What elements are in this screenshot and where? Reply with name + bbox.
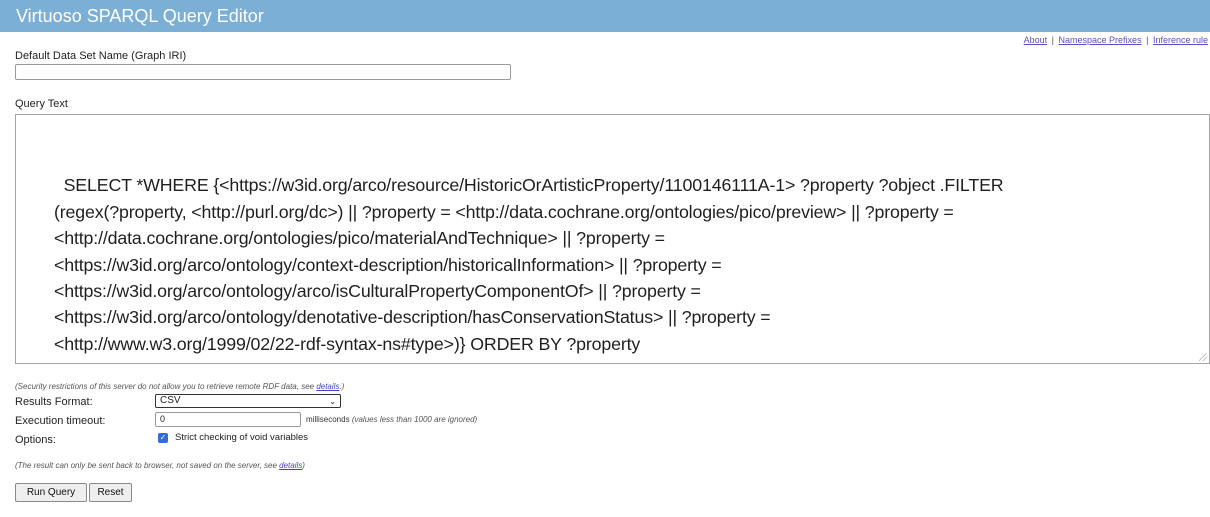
resize-handle[interactable] (1199, 353, 1207, 361)
query-text-label: Query Text (15, 98, 68, 110)
chevron-down-icon: ⌄ (329, 397, 336, 406)
execution-timeout-value: 0 (160, 414, 166, 424)
link-separator: | (1146, 35, 1149, 45)
strict-checking-label: Strict checking of void variables (175, 432, 309, 443)
query-text: SELECT *WHERE {<https://w3id.org/arco/re… (54, 175, 1004, 354)
options-label: Options: (15, 434, 56, 446)
results-format-select[interactable]: CSV ⌄ (155, 394, 341, 408)
security-note-suffix: .) (339, 382, 345, 391)
strict-checking-checkbox[interactable]: ✓ (158, 433, 168, 443)
result-note-suffix: ) (302, 461, 305, 470)
app-title-bar: Virtuoso SPARQL Query Editor (0, 0, 1210, 32)
security-note-text: (Security restrictions of this server do… (15, 382, 317, 391)
graph-iri-input[interactable] (15, 64, 511, 80)
link-separator: | (1051, 35, 1055, 45)
run-query-button[interactable]: Run Query (15, 483, 87, 502)
about-link[interactable]: About (1024, 35, 1048, 45)
result-note: (The result can only be sent back to bro… (15, 461, 305, 470)
results-format-label: Results Format: (15, 396, 93, 408)
query-text-area[interactable]: SELECT *WHERE {<https://w3id.org/arco/re… (15, 114, 1210, 364)
reset-button[interactable]: Reset (89, 483, 132, 502)
security-details-link[interactable]: details (316, 382, 339, 391)
namespace-prefixes-link[interactable]: Namespace Prefixes (1059, 35, 1142, 45)
execution-timeout-label: Execution timeout: (15, 415, 106, 427)
result-note-text: (The result can only be sent back to bro… (15, 461, 280, 470)
execution-timeout-input[interactable]: 0 (155, 412, 301, 427)
timeout-note: (values less than 1000 are ignored) (351, 415, 478, 424)
timeout-unit: milliseconds (values less than 1000 are … (306, 415, 477, 424)
result-details-link[interactable]: details (279, 461, 302, 470)
inference-rules-link[interactable]: Inference rule (1153, 35, 1208, 45)
graph-iri-label: Default Data Set Name (Graph IRI) (15, 50, 187, 62)
app-title: Virtuoso SPARQL Query Editor (16, 6, 264, 26)
security-note: (Security restrictions of this server do… (15, 382, 344, 391)
results-format-value: CSV (160, 395, 181, 406)
top-links: About | Namespace Prefixes | Inference r… (1024, 35, 1208, 45)
timeout-unit-text: milliseconds (306, 415, 350, 424)
